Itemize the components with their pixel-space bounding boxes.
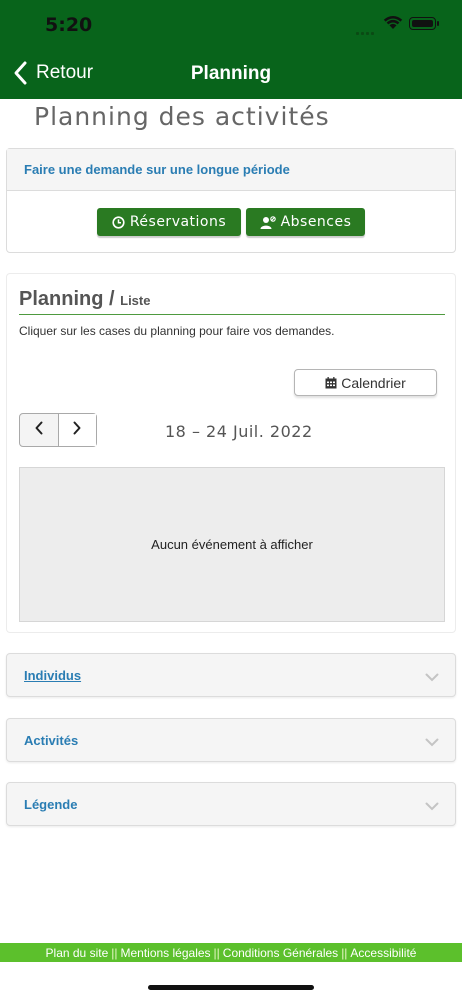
footer-link-accessibility[interactable]: Accessibilité	[350, 946, 416, 960]
cellular-signal-icon	[356, 22, 378, 35]
calendar-button[interactable]: Calendrier	[294, 369, 437, 396]
footer-links: Plan du site || Mentions légales || Cond…	[0, 943, 462, 962]
planning-heading: Planning / Liste	[19, 288, 150, 311]
date-range: 18 – 24 Juil. 2022	[165, 422, 313, 441]
wifi-icon	[383, 15, 403, 35]
prev-week-button[interactable]	[20, 414, 58, 446]
footer-separator: ||	[213, 945, 220, 960]
request-card-title: Faire une demande sur une longue période	[7, 149, 455, 191]
chevron-down-icon	[425, 799, 439, 814]
nav-bar: Retour Planning	[0, 48, 462, 99]
empty-message: Aucun événement à afficher	[151, 537, 313, 552]
status-bar: 5:20	[0, 0, 462, 48]
status-time: 5:20	[45, 14, 93, 36]
absences-label: Absences	[280, 214, 352, 230]
reservations-button[interactable]: Réservations	[97, 208, 241, 236]
chevron-left-icon	[34, 421, 44, 440]
footer-separator: ||	[341, 945, 348, 960]
footer-link-legal[interactable]: Mentions légales	[120, 946, 210, 960]
reservations-label: Réservations	[129, 214, 227, 230]
accordion-label: Activités	[24, 732, 79, 748]
footer-separator: ||	[111, 945, 118, 960]
user-off-icon	[260, 215, 276, 229]
accordion-label: Individus	[24, 667, 82, 683]
planning-divider	[19, 314, 445, 315]
accordion-legende[interactable]: Légende	[6, 782, 456, 826]
page-title: Planning des activités	[34, 102, 330, 131]
calendar-label: Calendrier	[341, 374, 406, 391]
accordion-individus[interactable]: Individus	[6, 653, 456, 697]
chevron-down-icon	[425, 670, 439, 685]
request-card: Faire une demande sur une longue période…	[6, 148, 456, 253]
planning-subtitle: Liste	[120, 293, 151, 308]
chevron-right-icon	[72, 421, 82, 440]
next-week-button[interactable]	[57, 414, 96, 446]
clock-icon	[112, 215, 125, 229]
battery-icon	[409, 17, 436, 30]
planning-description: Cliquer sur les cases du planning pour f…	[19, 324, 335, 338]
week-navigation	[19, 413, 97, 447]
calendar-icon	[325, 376, 337, 389]
footer-link-sitemap[interactable]: Plan du site	[46, 946, 109, 960]
accordion-label: Légende	[24, 796, 78, 812]
nav-title: Planning	[190, 63, 272, 84]
planning-title: Planning /	[19, 288, 115, 310]
events-list: Aucun événement à afficher	[19, 467, 445, 622]
accordion-activites[interactable]: Activités	[6, 718, 456, 762]
home-indicator[interactable]	[148, 985, 314, 990]
footer-link-terms[interactable]: Conditions Générales	[223, 946, 338, 960]
chevron-down-icon	[425, 735, 439, 750]
battery-tip	[437, 21, 439, 26]
planning-card: Planning / Liste Cliquer sur les cases d…	[6, 273, 456, 633]
absences-button[interactable]: Absences	[246, 208, 365, 236]
